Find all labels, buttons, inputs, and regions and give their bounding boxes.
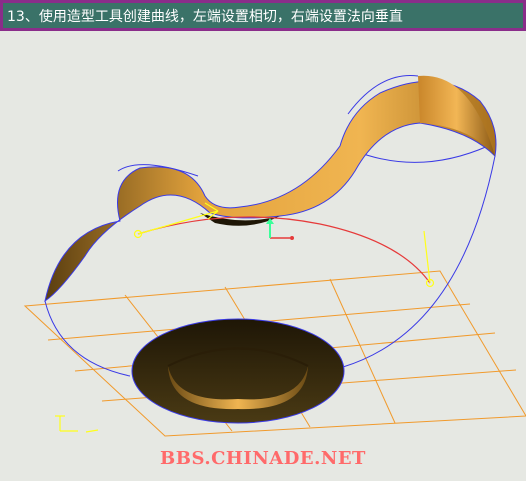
watermark-text: BBS.CHINADE.NET bbox=[160, 448, 366, 469]
base-disc bbox=[131, 318, 345, 424]
modeling-viewport[interactable] bbox=[0, 31, 526, 481]
instruction-text: 13、使用造型工具创建曲线，左端设置相切，右端设置法向垂直 bbox=[7, 8, 403, 25]
coordinate-axis-icon bbox=[55, 415, 99, 433]
datum-triad-icon bbox=[266, 218, 294, 240]
normal-handle-icon[interactable] bbox=[423, 230, 435, 288]
red-construction-curve bbox=[137, 216, 431, 284]
instruction-bar: 13、使用造型工具创建曲线，左端设置相切，右端设置法向垂直 bbox=[0, 0, 526, 31]
